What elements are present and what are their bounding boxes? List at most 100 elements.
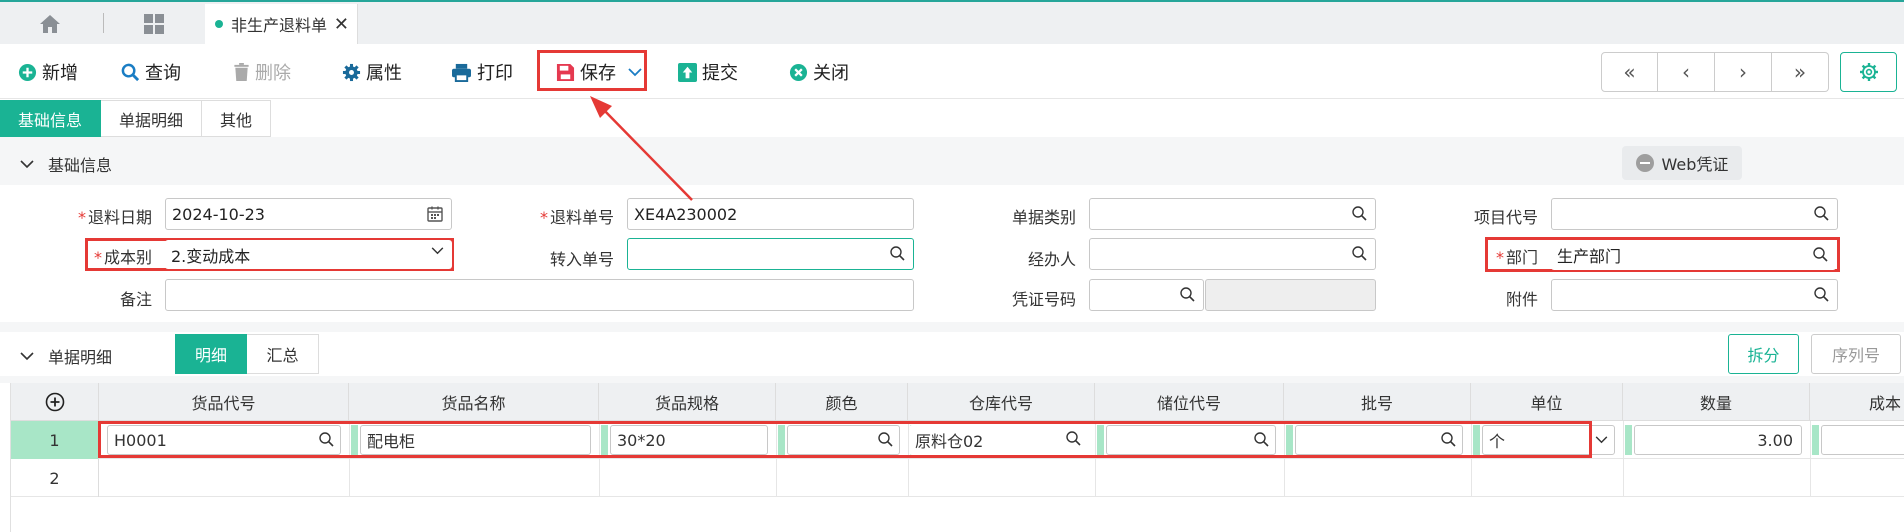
minus-circle-icon [1635, 154, 1654, 172]
calendar-icon[interactable] [427, 206, 443, 222]
print-button[interactable]: 打印 [451, 57, 513, 87]
header-spec[interactable]: 货品规格 [599, 383, 776, 421]
row-highlight-box [98, 421, 1592, 458]
tab-detail[interactable]: 明细 [175, 334, 247, 374]
web-voucher-button[interactable]: Web凭证 [1622, 146, 1742, 180]
search-icon[interactable] [1352, 246, 1367, 261]
cell-marker [1812, 425, 1819, 455]
header-item-code[interactable]: 货品代号 [99, 383, 349, 421]
delete-button[interactable]: 删除 [233, 57, 291, 87]
table-row[interactable]: 2 [11, 459, 1904, 497]
search-icon[interactable] [1814, 206, 1829, 221]
form-subtabs: 基础信息 单据明细 其他 [0, 100, 272, 137]
close-button[interactable]: 关闭 [789, 57, 849, 87]
detail-section-toggle[interactable]: 单据明细 [20, 344, 112, 368]
close-tab-icon[interactable]: ✕ [334, 14, 349, 35]
cost-input[interactable] [1821, 425, 1904, 455]
return-date-field[interactable]: 2024-10-23 [165, 198, 452, 230]
submit-button[interactable]: 提交 [678, 57, 738, 87]
header-unit[interactable]: 单位 [1471, 383, 1623, 421]
return-date-label: * 退料日期 [77, 208, 152, 227]
doc-type-field[interactable] [1089, 198, 1376, 230]
project-code-field[interactable] [1551, 198, 1838, 230]
header-cost[interactable]: 成本 [1810, 383, 1904, 421]
search-icon[interactable] [1352, 206, 1367, 221]
add-label: 新增 [42, 63, 78, 84]
settings-gear-icon [1859, 63, 1878, 81]
header-batch[interactable]: 批号 [1284, 383, 1471, 421]
doc-type-label: 单据类别 [1011, 208, 1076, 227]
query-label: 查询 [145, 63, 181, 84]
voucher-no-field[interactable] [1089, 279, 1204, 311]
toolbar: 新增 查询 删除 属性 打印 保存 提交 关闭 « ‹ › » [0, 44, 1904, 99]
header-warehouse[interactable]: 仓库代号 [908, 383, 1095, 421]
first-record-button[interactable]: « [1601, 52, 1658, 92]
chevron-down-icon [20, 351, 34, 360]
handler-field[interactable] [1089, 238, 1376, 270]
close-label: 关闭 [813, 63, 849, 84]
plus-circle-icon [18, 63, 37, 81]
header-color[interactable]: 颜色 [776, 383, 908, 421]
chevron-down-icon [20, 159, 34, 168]
tab-basic-info[interactable]: 基础信息 [0, 100, 102, 137]
trash-icon [234, 62, 249, 81]
printer-icon [452, 63, 471, 82]
active-dot-icon [215, 20, 223, 28]
detail-gap [0, 376, 1904, 383]
transfer-no-field[interactable] [627, 238, 914, 270]
search-icon[interactable] [1180, 287, 1195, 302]
grid-icon [144, 14, 164, 34]
cell-marker [1625, 425, 1632, 455]
home-tab[interactable] [30, 10, 70, 38]
remark-field[interactable] [165, 279, 914, 311]
home-icon [40, 15, 60, 33]
detail-section-title: 单据明细 [48, 348, 113, 367]
search-icon[interactable] [1813, 247, 1828, 262]
settings-button[interactable] [1840, 52, 1897, 92]
apps-tab[interactable] [138, 10, 170, 38]
next-record-button[interactable]: › [1715, 52, 1772, 92]
previous-record-button[interactable]: ‹ [1658, 52, 1715, 92]
basic-info-section-toggle[interactable]: 基础信息 [20, 152, 112, 176]
header-location[interactable]: 储位代号 [1095, 383, 1284, 421]
add-row-button[interactable] [11, 383, 99, 421]
split-button[interactable]: 拆分 [1728, 334, 1799, 374]
serial-number-button[interactable]: 序列号 [1811, 334, 1901, 374]
voucher-display-field [1205, 279, 1376, 311]
quantity-input[interactable]: 3.00 [1634, 425, 1802, 455]
submit-label: 提交 [702, 63, 738, 84]
tab-summary[interactable]: 汇总 [247, 334, 319, 374]
tab-non-production-return[interactable]: 非生产退料单 ✕ [205, 4, 358, 44]
web-voucher-label: Web凭证 [1661, 155, 1729, 174]
search-icon[interactable] [890, 246, 905, 261]
handler-label: 经办人 [1027, 250, 1076, 269]
attachment-label: 附件 [1505, 290, 1538, 309]
project-code-label: 项目代号 [1473, 208, 1538, 227]
department-field[interactable]: 生产部门 [1551, 240, 1836, 270]
properties-button[interactable]: 属性 [342, 57, 402, 87]
cost-type-label: * 成本别 [93, 248, 152, 267]
detail-tabs: 明细 汇总 [175, 334, 319, 374]
section-gap [0, 322, 1904, 332]
tab-label: 非生产退料单 [231, 16, 328, 35]
delete-label: 删除 [255, 63, 291, 84]
cost-type-select[interactable]: 2.变动成本 [165, 240, 452, 269]
chevron-down-icon [431, 247, 444, 255]
return-no-field[interactable]: XE4A230002 [627, 198, 914, 230]
header-item-name[interactable]: 货品名称 [349, 383, 599, 421]
transfer-no-label: 转入单号 [549, 250, 614, 269]
tab-bar: 非生产退料单 ✕ [0, 0, 1904, 44]
search-icon[interactable] [1814, 287, 1829, 302]
add-button[interactable]: 新增 [18, 57, 78, 87]
properties-label: 属性 [366, 63, 402, 84]
tab-other[interactable]: 其他 [202, 100, 272, 137]
query-button[interactable]: 查询 [121, 57, 181, 87]
attachment-field[interactable] [1551, 279, 1838, 311]
last-record-button[interactable]: » [1772, 52, 1829, 92]
tab-document-details[interactable]: 单据明细 [101, 100, 203, 137]
plus-circle-icon [45, 392, 64, 412]
record-navigation: « ‹ › » [1601, 52, 1829, 92]
basic-info-title: 基础信息 [48, 156, 113, 175]
header-quantity[interactable]: 数量 [1623, 383, 1810, 421]
chevron-down-icon [1595, 436, 1608, 444]
